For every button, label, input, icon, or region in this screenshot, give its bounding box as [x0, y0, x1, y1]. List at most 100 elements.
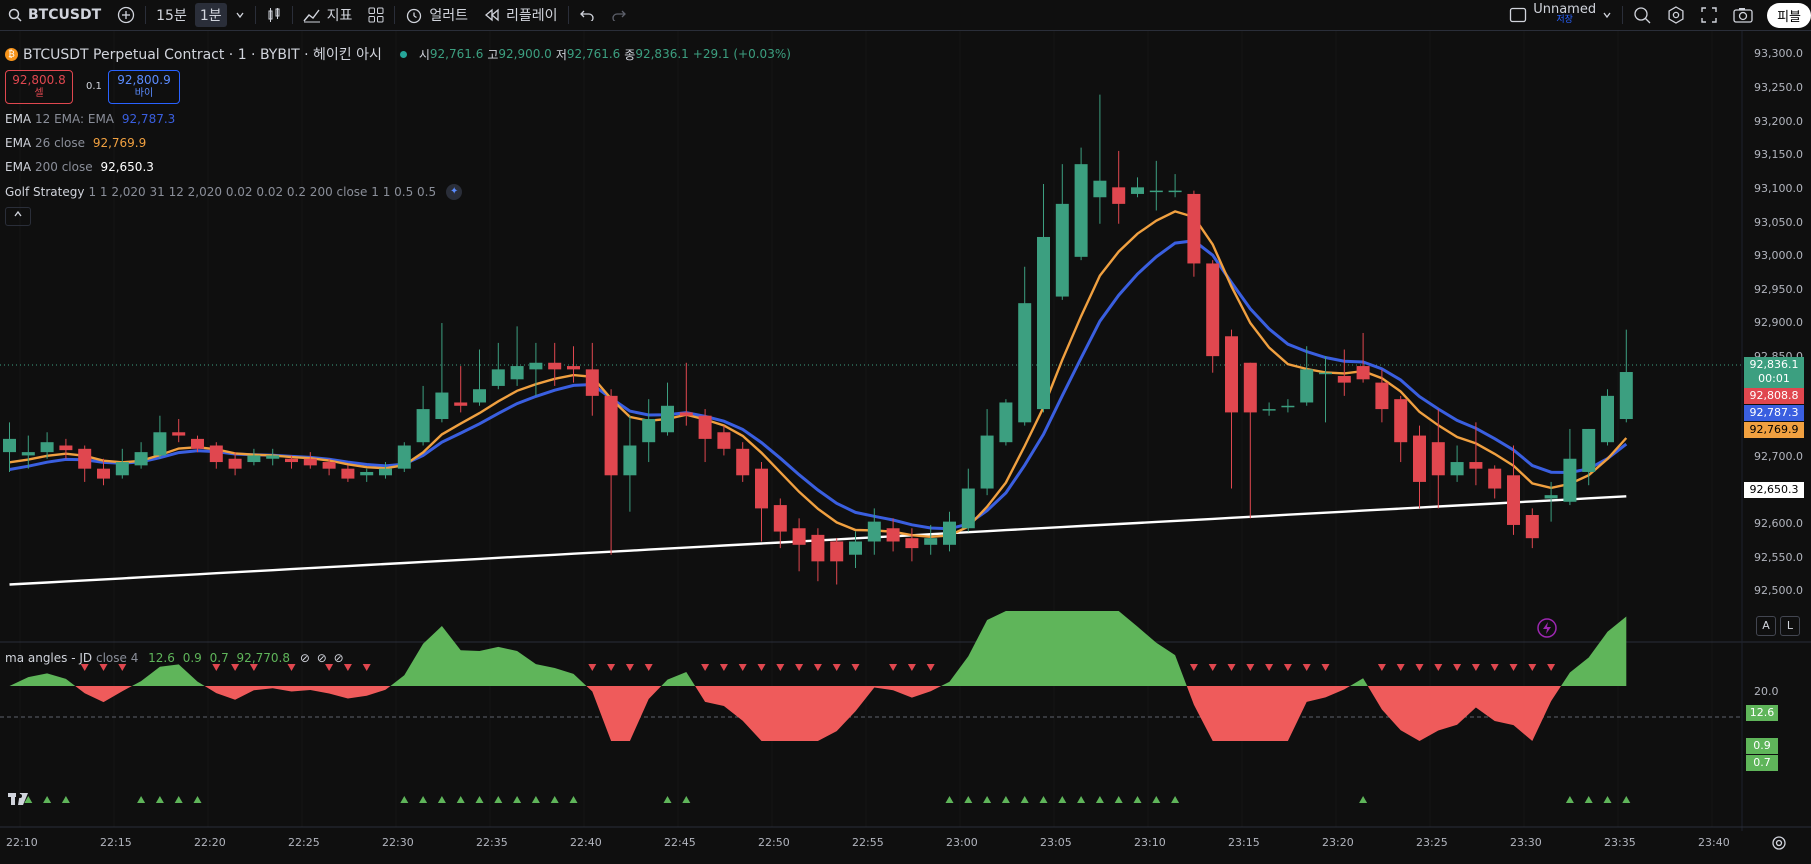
buy-signal-marker [1058, 796, 1067, 803]
candle-body [59, 445, 73, 451]
compare-button[interactable] [109, 0, 143, 30]
candle-body [97, 468, 110, 479]
symbol-search[interactable]: BTCUSDT [0, 0, 109, 30]
sparkle-icon[interactable]: ✦ [446, 184, 463, 200]
ema26-price-tag: 92,769.9 [1744, 422, 1804, 438]
hidden-icon[interactable]: ⊘ [317, 651, 327, 665]
candle-body [867, 521, 881, 542]
legend-ema26[interactable]: EMA 26 close 92,769.9 [5, 136, 146, 150]
divider [291, 6, 293, 24]
sell-signal-marker [588, 664, 597, 671]
buy-signal-marker [1020, 796, 1029, 803]
sell-signal-marker [1453, 664, 1462, 671]
axis-settings-icon[interactable] [1772, 836, 1786, 850]
sell-signal-marker [118, 664, 127, 671]
ohlc-close: 92,836.1 [635, 47, 689, 61]
legend-ema12[interactable]: EMA 12 EMA: EMA 92,787.3 [5, 112, 175, 126]
candle-body [1037, 236, 1050, 410]
chart-canvas[interactable] [0, 31, 1811, 864]
buy-signal-marker [531, 796, 540, 803]
candle-body [1450, 462, 1464, 476]
settings-button[interactable] [1659, 0, 1693, 30]
quick-search-button[interactable] [1625, 0, 1659, 30]
time-axis-label: 23:30 [1510, 836, 1542, 849]
buy-signal-marker [1565, 796, 1574, 803]
sell-signal-marker [889, 664, 898, 671]
time-axis-label: 22:40 [570, 836, 602, 849]
buy-signal-marker [1603, 796, 1612, 803]
ohlc-change: +29.1 (+0.03%) [692, 47, 791, 61]
sell-signal-marker [1528, 664, 1537, 671]
sell-signal-marker [738, 664, 747, 671]
undo-button[interactable] [571, 0, 603, 30]
log-scale-button[interactable]: L [1780, 616, 1800, 636]
chevron-down-icon [1602, 10, 1612, 20]
candle-body [1394, 399, 1408, 443]
candle-body [924, 538, 938, 545]
alert-label: 얼러트 [429, 8, 469, 24]
candle-body [1093, 180, 1107, 198]
sell-signal-marker [1547, 664, 1556, 671]
candle-body [585, 369, 599, 396]
lightning-icon[interactable] [1537, 618, 1557, 638]
tradingview-logo[interactable] [8, 793, 28, 805]
sell-signal-marker [776, 664, 785, 671]
candle-body [1544, 495, 1558, 499]
ema200-value: 92,650.3 [100, 160, 154, 174]
interval-1m-button[interactable]: 1분 [194, 3, 227, 27]
ohlc-high-label: 고 [487, 47, 499, 62]
time-axis-label: 23:15 [1228, 836, 1260, 849]
buy-signal-marker [1622, 796, 1631, 803]
fullscreen-icon [1701, 7, 1717, 23]
candle-body [303, 458, 317, 466]
sell-signal-marker [926, 664, 935, 671]
candle-body [1431, 442, 1445, 476]
candle-body [980, 435, 994, 489]
interval-dropdown[interactable] [227, 0, 253, 30]
buy-button[interactable]: 92,800.9 바이 [108, 70, 180, 104]
square-icon [1509, 6, 1527, 24]
sell-signal-marker [1434, 664, 1443, 671]
search-icon [8, 8, 22, 22]
hidden-icon[interactable]: ⊘ [300, 651, 310, 665]
sell-signal-marker [325, 664, 334, 671]
candle-body [21, 452, 35, 456]
search-icon [1633, 6, 1651, 24]
legend-golf-strategy[interactable]: Golf Strategy 1 1 2,020 31 12 2,020 0.02… [5, 184, 463, 200]
collapse-legend-button[interactable] [5, 207, 31, 226]
chart-type-button[interactable] [258, 0, 290, 30]
alert-button[interactable]: 얼러트 [397, 0, 476, 30]
buy-signal-marker [550, 796, 559, 803]
sell-signal-marker [701, 664, 710, 671]
templates-button[interactable] [360, 0, 392, 30]
indicators-label: 지표 [326, 8, 353, 24]
snapshot-button[interactable] [1725, 0, 1761, 30]
layout-select[interactable]: Unnamed 저장 [1501, 0, 1620, 30]
sell-signal-marker [813, 664, 822, 671]
indicators-button[interactable]: 지표 [295, 0, 361, 30]
buy-signal-marker [494, 796, 503, 803]
redo-button[interactable] [603, 0, 635, 30]
sell-button[interactable]: 92,800.8 셀 [5, 70, 73, 104]
ohlc-high: 92,900.0 [498, 47, 552, 61]
candle-body [905, 538, 919, 549]
sell-signal-marker [231, 664, 240, 671]
time-axis-label: 22:45 [664, 836, 696, 849]
publish-button[interactable]: 피블 [1767, 2, 1811, 28]
golf-params: 1 1 2,020 31 12 2,020 0.02 0.02 0.2 200 … [88, 185, 437, 199]
sell-signal-marker [1396, 664, 1405, 671]
legend-ema200[interactable]: EMA 200 close 92,650.3 [5, 160, 154, 174]
interval-15m-button[interactable]: 15분 [148, 0, 195, 30]
fullscreen-button[interactable] [1693, 0, 1725, 30]
legend-ma-angles[interactable]: ma angles - JD close 4 12.6 0.9 0.7 92,7… [5, 651, 344, 665]
time-axis-label: 23:20 [1322, 836, 1354, 849]
last-price: 92,836.1 [1749, 358, 1799, 371]
last-price-tag: 92,836.1 00:01 [1744, 357, 1804, 388]
sell-signal-marker [1509, 664, 1518, 671]
auto-scale-button[interactable]: A [1756, 616, 1776, 636]
replay-button[interactable]: 리플레이 [476, 0, 566, 30]
osc-tag-2: 0.9 [1746, 738, 1778, 754]
candle-body [1582, 428, 1596, 472]
chart-title: BTCUSDT Perpetual Contract · 1 · BYBIT ·… [23, 47, 382, 63]
hidden-icon[interactable]: ⊘ [334, 651, 344, 665]
